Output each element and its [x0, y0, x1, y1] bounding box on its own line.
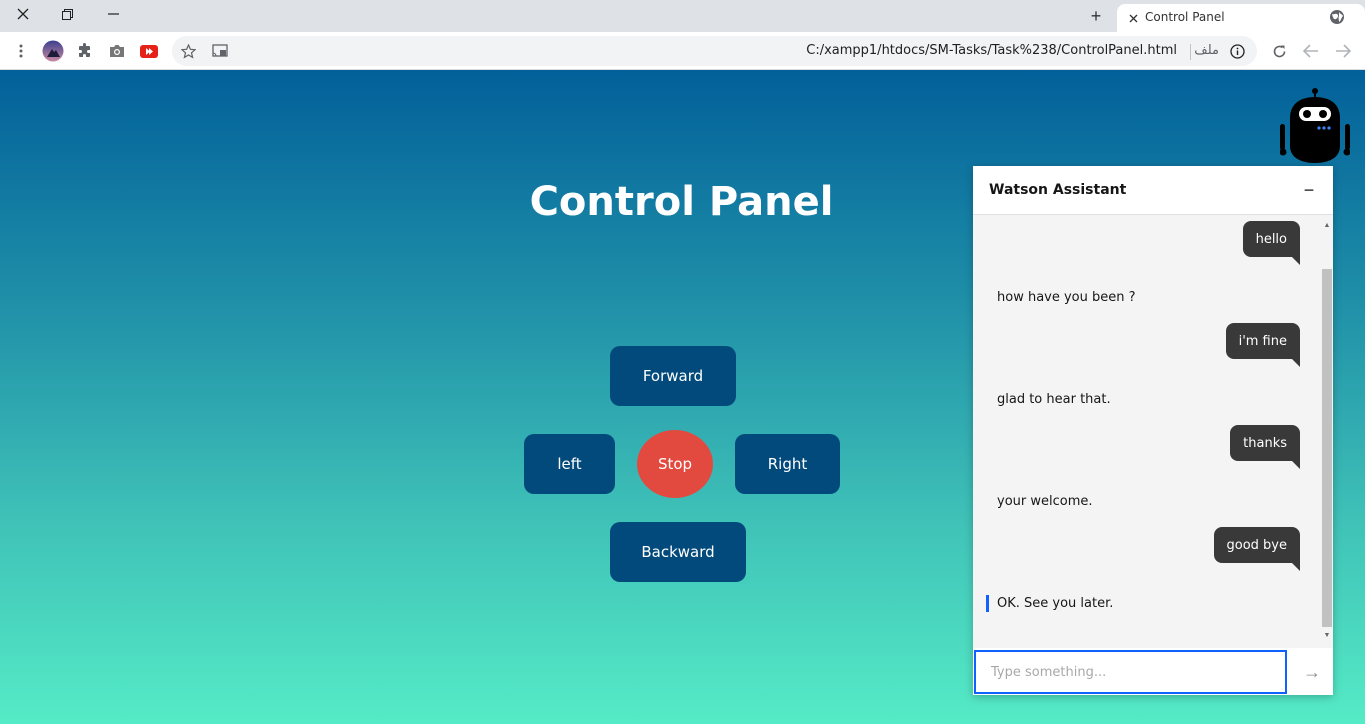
- chat-message-input[interactable]: [974, 650, 1287, 694]
- globe-icon: [1329, 9, 1345, 25]
- user-message: good bye: [1213, 527, 1300, 571]
- youtube-icon[interactable]: [139, 41, 159, 61]
- user-message: i'm fine: [1225, 323, 1301, 367]
- bot-message: your welcome.: [997, 494, 1093, 509]
- url-text[interactable]: C:/xampp1/htdocs/SM-Tasks/Task%238/Contr…: [806, 43, 1177, 58]
- close-window-icon[interactable]: [0, 0, 46, 28]
- watson-chat-panel: Watson Assistant − hello how have you be…: [973, 166, 1333, 695]
- restore-window-icon[interactable]: [44, 0, 90, 28]
- robot-icon[interactable]: [1279, 88, 1351, 166]
- latest-message-indicator: [986, 595, 989, 612]
- url-separator: [1190, 44, 1191, 60]
- chat-header: Watson Assistant −: [973, 166, 1333, 215]
- scroll-up-icon[interactable]: ▲: [1322, 220, 1332, 230]
- info-icon[interactable]: [1227, 41, 1247, 61]
- browser-toolbar: C:/xampp1/htdocs/SM-Tasks/Task%238/Contr…: [0, 32, 1365, 70]
- tab-strip: + Control Panel: [0, 0, 1365, 32]
- minimize-icon[interactable]: −: [1299, 180, 1319, 200]
- user-message: hello: [1242, 221, 1301, 265]
- scroll-down-icon[interactable]: ▼: [1322, 630, 1332, 640]
- tab-control-panel[interactable]: Control Panel: [1117, 4, 1365, 32]
- send-arrow-icon[interactable]: →: [1291, 650, 1333, 694]
- backward-button[interactable]: Backward: [610, 522, 746, 582]
- cast-icon[interactable]: [210, 41, 230, 61]
- bookmark-star-icon[interactable]: [178, 41, 198, 61]
- chat-messages: hello how have you been ? i'm fine glad …: [973, 215, 1319, 648]
- extensions-icon[interactable]: [75, 41, 95, 61]
- user-message: thanks: [1230, 425, 1300, 469]
- forward-icon[interactable]: [1333, 41, 1353, 61]
- new-tab-button[interactable]: +: [1085, 5, 1107, 27]
- chat-scrollbar[interactable]: ▲ ▼: [1319, 215, 1333, 648]
- chat-input-area: →: [973, 648, 1333, 695]
- bot-message: how have you been ?: [997, 290, 1136, 305]
- stop-button[interactable]: Stop: [637, 430, 713, 498]
- chat-title: Watson Assistant: [989, 182, 1127, 198]
- scrollbar-thumb[interactable]: [1322, 269, 1332, 627]
- tab-close-icon[interactable]: [1125, 10, 1141, 26]
- site-info-label[interactable]: ملف: [1194, 43, 1219, 58]
- right-button[interactable]: Right: [735, 434, 840, 494]
- profile-icon[interactable]: [42, 40, 64, 62]
- left-button[interactable]: left: [524, 434, 615, 494]
- address-bar[interactable]: C:/xampp1/htdocs/SM-Tasks/Task%238/Contr…: [172, 36, 1257, 66]
- bot-message: OK. See you later.: [997, 596, 1114, 611]
- minimize-window-icon[interactable]: [90, 0, 136, 28]
- bot-message: glad to hear that.: [997, 392, 1111, 407]
- back-icon[interactable]: [1301, 41, 1321, 61]
- tab-title: Control Panel: [1145, 10, 1225, 24]
- camera-icon[interactable]: [107, 41, 127, 61]
- reload-icon[interactable]: [1269, 41, 1289, 61]
- forward-button[interactable]: Forward: [610, 346, 736, 406]
- menu-icon[interactable]: [11, 41, 31, 61]
